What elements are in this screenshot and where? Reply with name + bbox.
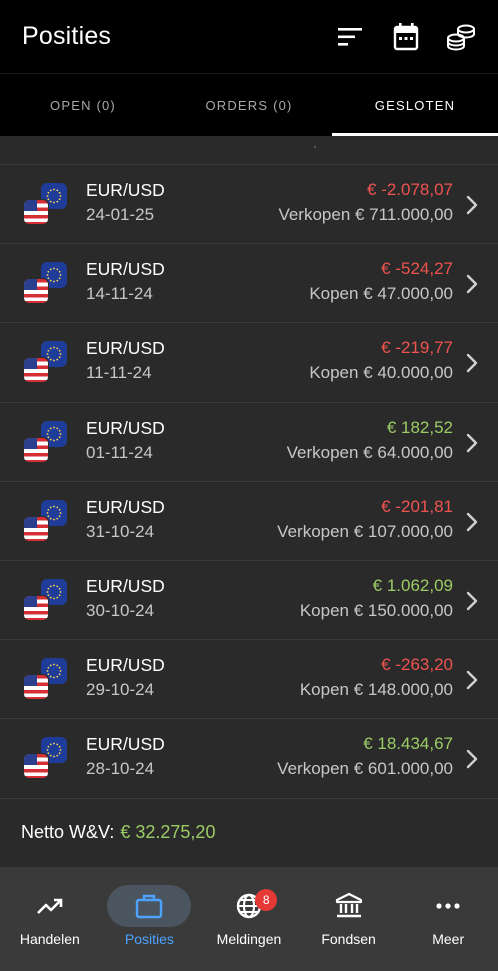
- eur-usd-flag-icon: [23, 183, 67, 225]
- briefcase-icon: [134, 892, 164, 920]
- list-top-spacer: [0, 136, 498, 165]
- tab-orders[interactable]: ORDERS (0): [166, 74, 332, 136]
- sort-icon[interactable]: [336, 22, 366, 52]
- position-date: 14-11-24: [86, 284, 153, 304]
- more-icon: [433, 892, 463, 920]
- net-pl-value: € 32.275,20: [120, 822, 216, 842]
- position-pair: EUR/USD: [86, 655, 165, 676]
- position-side-amount: Kopen € 150.000,00: [299, 600, 453, 620]
- position-pl: € -524,27: [381, 259, 453, 279]
- position-date: 01-11-24: [86, 442, 153, 462]
- position-row[interactable]: EUR/USD 28-10-24 € 18.434,67 Verkopen € …: [0, 719, 498, 799]
- position-pl: € -219,77: [381, 338, 453, 358]
- eur-usd-flag-icon: [23, 737, 67, 780]
- position-row[interactable]: EUR/USD 30-10-24 € 1.062,09 Kopen € 150.…: [0, 561, 498, 641]
- net-pl-label: Netto W&V:: [21, 822, 115, 842]
- nav-label: Meer: [432, 931, 465, 947]
- eur-usd-flag-icon: [23, 499, 67, 542]
- closed-positions-list: EUR/USD 24-01-25 € -2.078,07 Verkopen € …: [0, 136, 498, 799]
- position-date: 29-10-24: [86, 680, 155, 700]
- position-side-amount: Kopen € 148.000,00: [299, 680, 453, 700]
- chevron-right-icon: [466, 195, 478, 215]
- chevron-right-icon: [466, 433, 478, 452]
- nav-meldingen[interactable]: 8 Meldingen: [199, 867, 299, 971]
- position-pair: EUR/USD: [86, 496, 165, 517]
- eur-usd-flag-icon: [23, 262, 67, 305]
- chevron-right-icon: [466, 274, 478, 294]
- position-row[interactable]: EUR/USD 11-11-24 € -219,77 Kopen € 40.00…: [0, 323, 498, 403]
- position-row[interactable]: EUR/USD 14-11-24 € -524,27 Kopen € 47.00…: [0, 244, 498, 324]
- position-pair: EUR/USD: [86, 180, 165, 200]
- eur-usd-flag-icon: [23, 420, 67, 463]
- position-row[interactable]: EUR/USD 01-11-24 € 182,52 Verkopen € 64.…: [0, 403, 498, 482]
- page-title: Posities: [22, 22, 112, 50]
- position-pair: EUR/USD: [86, 417, 165, 438]
- chevron-right-icon: [466, 591, 478, 611]
- app-header: Posities: [0, 0, 498, 73]
- nav-label: Fondsen: [321, 931, 376, 947]
- position-side-amount: Verkopen € 601.000,00: [277, 759, 453, 779]
- position-row[interactable]: EUR/USD 24-01-25 € -2.078,07 Verkopen € …: [0, 165, 498, 245]
- nav-meer[interactable]: Meer: [398, 867, 498, 971]
- position-side-amount: Verkopen € 64.000,00: [286, 442, 453, 462]
- position-side-amount: Verkopen € 107.000,00: [277, 521, 453, 541]
- position-pl: € 1.062,09: [372, 575, 453, 595]
- position-pl: € -263,20: [381, 655, 453, 675]
- nav-label: Meldingen: [216, 931, 282, 947]
- position-side-amount: Verkopen € 711.000,00: [278, 205, 453, 224]
- coins-icon[interactable]: [446, 22, 476, 52]
- eur-usd-flag-icon: [23, 658, 67, 701]
- nav-label: Handelen: [19, 931, 80, 947]
- bottom-navigation: Handelen Posities 8 Meldingen Fondsen Me…: [0, 867, 498, 971]
- eur-usd-flag-icon: [23, 578, 67, 621]
- bank-icon: [334, 892, 364, 920]
- position-side-amount: Kopen € 40.000,00: [309, 363, 453, 383]
- position-pair: EUR/USD: [86, 734, 165, 755]
- chevron-right-icon: [466, 750, 478, 769]
- position-pl: € -2.078,07: [366, 180, 453, 199]
- position-date: 11-11-24: [86, 363, 152, 383]
- position-tabs: OPEN (0) ORDERS (0) GESLOTEN: [0, 73, 498, 136]
- position-date: 30-10-24: [86, 600, 155, 620]
- position-date: 28-10-24: [86, 759, 155, 779]
- position-pair: EUR/USD: [86, 338, 165, 359]
- tab-open[interactable]: OPEN (0): [0, 74, 166, 136]
- position-row[interactable]: EUR/USD 31-10-24 € -201,81 Verkopen € 10…: [0, 482, 498, 561]
- net-pl-summary: Netto W&V: € 32.275,20: [0, 798, 498, 867]
- position-pair: EUR/USD: [86, 259, 165, 280]
- chevron-right-icon: [466, 670, 478, 690]
- position-pl: € -201,81: [381, 496, 453, 516]
- position-row[interactable]: EUR/USD 29-10-24 € -263,20 Kopen € 148.0…: [0, 640, 498, 720]
- position-pl: € 18.434,67: [363, 734, 453, 754]
- nav-fondsen[interactable]: Fondsen: [299, 867, 399, 971]
- eur-usd-flag-icon: [23, 341, 67, 384]
- chevron-right-icon: [466, 354, 478, 373]
- position-date: 31-10-24: [86, 521, 155, 541]
- nav-handelen[interactable]: Handelen: [0, 867, 100, 971]
- tab-gesloten[interactable]: GESLOTEN: [332, 74, 498, 136]
- trending-up-icon: [35, 892, 65, 920]
- position-pair: EUR/USD: [86, 575, 165, 596]
- nav-label: Posities: [124, 931, 174, 947]
- chevron-right-icon: [466, 512, 478, 531]
- nav-posities[interactable]: Posities: [100, 867, 200, 971]
- position-side-amount: Kopen € 47.000,00: [309, 284, 453, 304]
- calendar-icon[interactable]: [391, 22, 421, 52]
- position-pl: € 182,52: [386, 417, 453, 437]
- position-date: 24-01-25: [86, 205, 155, 224]
